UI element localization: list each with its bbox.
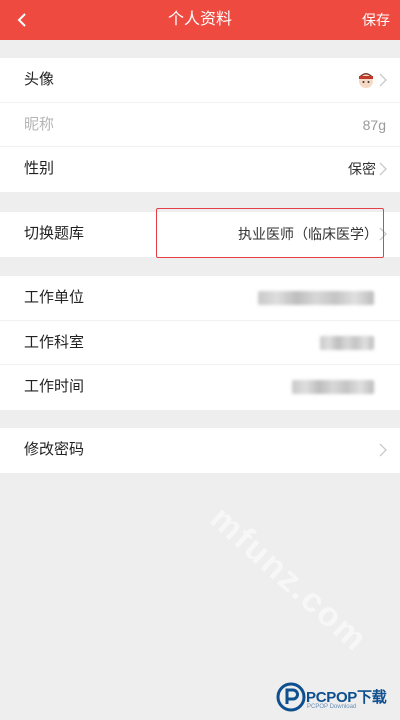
change-password-label: 修改密码 xyxy=(24,441,85,458)
top-navigation-bar: 个人资料 保存 xyxy=(0,0,400,40)
change-password-row[interactable]: 修改密码 xyxy=(0,428,400,473)
nickname-label: 昵称 xyxy=(24,115,55,133)
redacted-value xyxy=(258,291,374,305)
work-unit-row[interactable]: 工作单位 xyxy=(0,276,400,321)
nickname-value: 87g xyxy=(362,116,386,133)
profile-section: 头像 昵称 87g 性别 保密 xyxy=(0,58,400,192)
work-department-row[interactable]: 工作科室 xyxy=(0,321,400,365)
work-department-label: 工作科室 xyxy=(24,333,85,351)
brand-tagline: PCPOP Download xyxy=(307,704,357,710)
brand-logo: PCPOP下载 PCPOP Download xyxy=(276,682,398,714)
chevron-right-icon xyxy=(379,162,387,176)
gender-label: 性别 xyxy=(24,160,55,177)
highlight-box xyxy=(156,208,384,258)
question-bank-label: 切换题库 xyxy=(24,225,85,242)
avatar-label: 头像 xyxy=(24,71,55,88)
chevron-right-icon xyxy=(379,73,387,87)
work-unit-label: 工作单位 xyxy=(24,289,85,306)
page-title: 个人资料 xyxy=(167,11,232,28)
avatar-icon xyxy=(356,70,376,90)
nickname-row[interactable]: 昵称 87g xyxy=(0,103,400,147)
p-logo-icon xyxy=(276,682,306,712)
work-time-label: 工作时间 xyxy=(24,378,85,395)
gender-row[interactable]: 性别 保密 xyxy=(0,147,400,192)
gender-value: 保密 xyxy=(348,161,376,177)
watermark-text: mfunz.com xyxy=(202,498,376,660)
work-info-section: 工作单位 工作科室 工作时间 xyxy=(0,276,400,410)
redacted-value xyxy=(292,380,374,394)
chevron-right-icon xyxy=(379,443,387,457)
security-section: 修改密码 xyxy=(0,428,400,473)
avatar-row[interactable]: 头像 xyxy=(0,58,400,103)
work-time-row[interactable]: 工作时间 xyxy=(0,365,400,410)
save-button[interactable]: 保存 xyxy=(362,0,390,40)
redacted-value xyxy=(320,335,374,350)
